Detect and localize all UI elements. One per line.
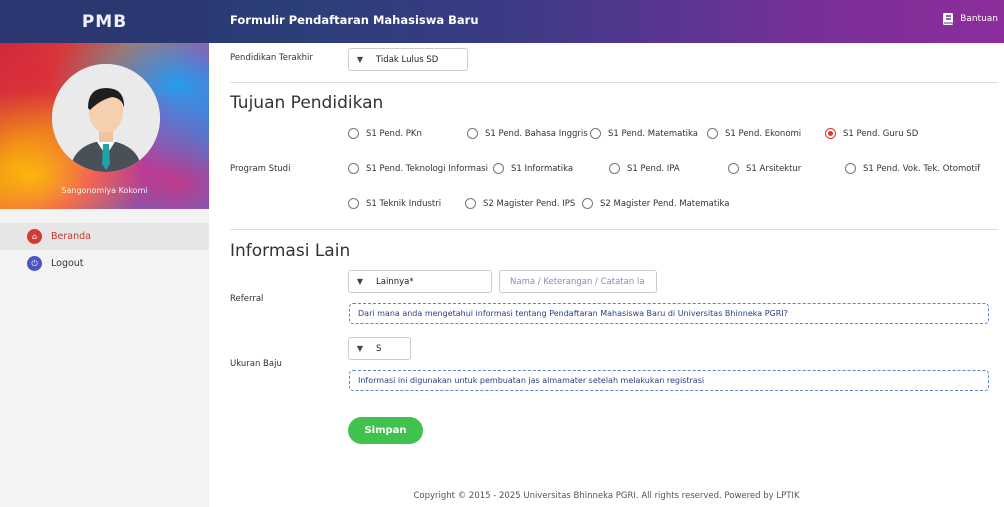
caret-down-icon: ▼: [356, 277, 364, 286]
radio-label: S1 Pend. Guru SD: [843, 128, 919, 139]
help-label: Bantuan: [960, 14, 998, 24]
radio-label: S1 Pend. Vok. Tek. Otomotif: [863, 163, 981, 174]
caret-down-icon: ▼: [356, 344, 364, 353]
page-title: Formulir Pendaftaran Mahasiswa Baru: [230, 13, 479, 27]
radio-s1-pend-matematika[interactable]: S1 Pend. Matematika: [590, 128, 698, 139]
radio-circle: [348, 198, 359, 209]
pendidikan-select[interactable]: ▼ Tidak Lulus SD: [348, 48, 468, 71]
radio-label: S1 Pend. PKn: [366, 128, 422, 139]
footer-copyright: Copyright © 2015 - 2025 Universitas Bhin…: [413, 491, 800, 501]
referral-value: Lainnya*: [376, 276, 414, 287]
pendidikan-value: Tidak Lulus SD: [376, 54, 439, 65]
simpan-button[interactable]: Simpan: [348, 417, 423, 444]
radio-circle: [348, 128, 359, 139]
radio-circle: [728, 163, 739, 174]
radio-circle: [493, 163, 504, 174]
informasi-lain-heading: Informasi Lain: [230, 241, 351, 261]
radio-label: S1 Pend. Matematika: [608, 128, 699, 139]
radio-circle: [465, 198, 476, 209]
ukuran-help-label: Informasi ini digunakan untuk pembuatan …: [358, 376, 705, 385]
radio-s1-pend-guru-sd[interactable]: S1 Pend. Guru SD: [825, 128, 918, 139]
pendidikan-label: Pendidikan Terakhir: [230, 53, 313, 63]
radio-s1-pend-bahasa-inggris[interactable]: S1 Pend. Bahasa Inggris: [467, 128, 588, 139]
radio-circle: [609, 163, 620, 174]
radio-label: S1 Informatika: [511, 163, 574, 174]
profile-panel: Sangonomiya Kokomi: [0, 43, 209, 209]
sidebar-nav: ⌂ Beranda ⏻ Logout: [0, 223, 209, 277]
referral-help-text: Dari mana anda mengetahui informasi tent…: [349, 303, 989, 324]
referral-label: Referral: [230, 294, 264, 304]
radio-label: S2 Magister Pend. IPS: [483, 198, 576, 209]
sidebar-item-logout[interactable]: ⏻ Logout: [0, 250, 209, 277]
radio-label: S1 Pend. Ekonomi: [725, 128, 802, 139]
radio-circle: [467, 128, 478, 139]
radio-circle: [707, 128, 718, 139]
referral-select[interactable]: ▼ Lainnya*: [348, 270, 492, 293]
user-avatar-icon: [52, 64, 160, 172]
ukuran-help-text: Informasi ini digunakan untuk pembuatan …: [349, 370, 989, 391]
username: Sangonomiya Kokomi: [61, 186, 148, 195]
top-header: PMB Formulir Pendaftaran Mahasiswa Baru …: [0, 0, 1004, 43]
sidebar-item-label: Beranda: [51, 231, 91, 242]
radio-s1-pend-pkn[interactable]: S1 Pend. PKn: [348, 128, 422, 139]
radio-s1-pend-ekonomi[interactable]: S1 Pend. Ekonomi: [707, 128, 801, 139]
radio-s1-arsitektur[interactable]: S1 Arsitektur: [728, 163, 801, 174]
radio-label: S1 Teknik Industri: [366, 198, 442, 209]
home-icon: ⌂: [27, 229, 42, 244]
ukuran-baju-select[interactable]: ▼ S: [348, 337, 411, 360]
ukuran-baju-value: S: [376, 343, 382, 354]
brand-logo[interactable]: PMB: [0, 0, 209, 43]
power-icon: ⏻: [27, 256, 42, 271]
book-icon: [943, 13, 954, 25]
radio-label: S1 Pend. Teknologi Informasi: [366, 163, 488, 174]
avatar: [52, 64, 160, 172]
caret-down-icon: ▼: [356, 55, 364, 64]
ukuran-baju-label: Ukuran Baju: [230, 359, 282, 369]
sidebar-item-label: Logout: [51, 258, 84, 269]
radio-s1-teknik-industri[interactable]: S1 Teknik Industri: [348, 198, 441, 209]
sidebar: Sangonomiya Kokomi ⌂ Beranda ⏻ Logout: [0, 43, 209, 507]
radio-s1-pend-vok-tek-otomotif[interactable]: S1 Pend. Vok. Tek. Otomotif: [845, 163, 980, 174]
radio-label: S1 Pend. IPA: [627, 163, 680, 174]
tujuan-heading: Tujuan Pendidikan: [230, 93, 384, 113]
divider: [230, 82, 998, 83]
divider: [230, 229, 998, 230]
radio-label: S2 Magister Pend. Matematika: [600, 198, 730, 209]
radio-label: S1 Pend. Bahasa Inggris: [485, 128, 588, 139]
radio-s2-magister-pend-ips[interactable]: S2 Magister Pend. IPS: [465, 198, 575, 209]
radio-s1-pend-teknologi-informasi[interactable]: S1 Pend. Teknologi Informasi: [348, 163, 488, 174]
radio-s1-informatika[interactable]: S1 Informatika: [493, 163, 573, 174]
referral-help-label: Dari mana anda mengetahui informasi tent…: [358, 309, 788, 318]
radio-circle: [582, 198, 593, 209]
radio-label: S1 Arsitektur: [746, 163, 802, 174]
radio-circle: [590, 128, 601, 139]
radio-circle-selected: [825, 128, 836, 139]
radio-s2-magister-pend-matematika[interactable]: S2 Magister Pend. Matematika: [582, 198, 730, 209]
radio-s1-pend-ipa[interactable]: S1 Pend. IPA: [609, 163, 680, 174]
main-content: Pendidikan Terakhir ▼ Tidak Lulus SD Tuj…: [209, 43, 1004, 507]
brand-text: PMB: [81, 11, 128, 32]
referral-note-input[interactable]: [499, 270, 657, 293]
program-studi-label: Program Studi: [230, 164, 291, 174]
radio-circle: [348, 163, 359, 174]
sidebar-item-beranda[interactable]: ⌂ Beranda: [0, 223, 209, 250]
radio-circle: [845, 163, 856, 174]
help-link[interactable]: Bantuan: [942, 12, 998, 26]
